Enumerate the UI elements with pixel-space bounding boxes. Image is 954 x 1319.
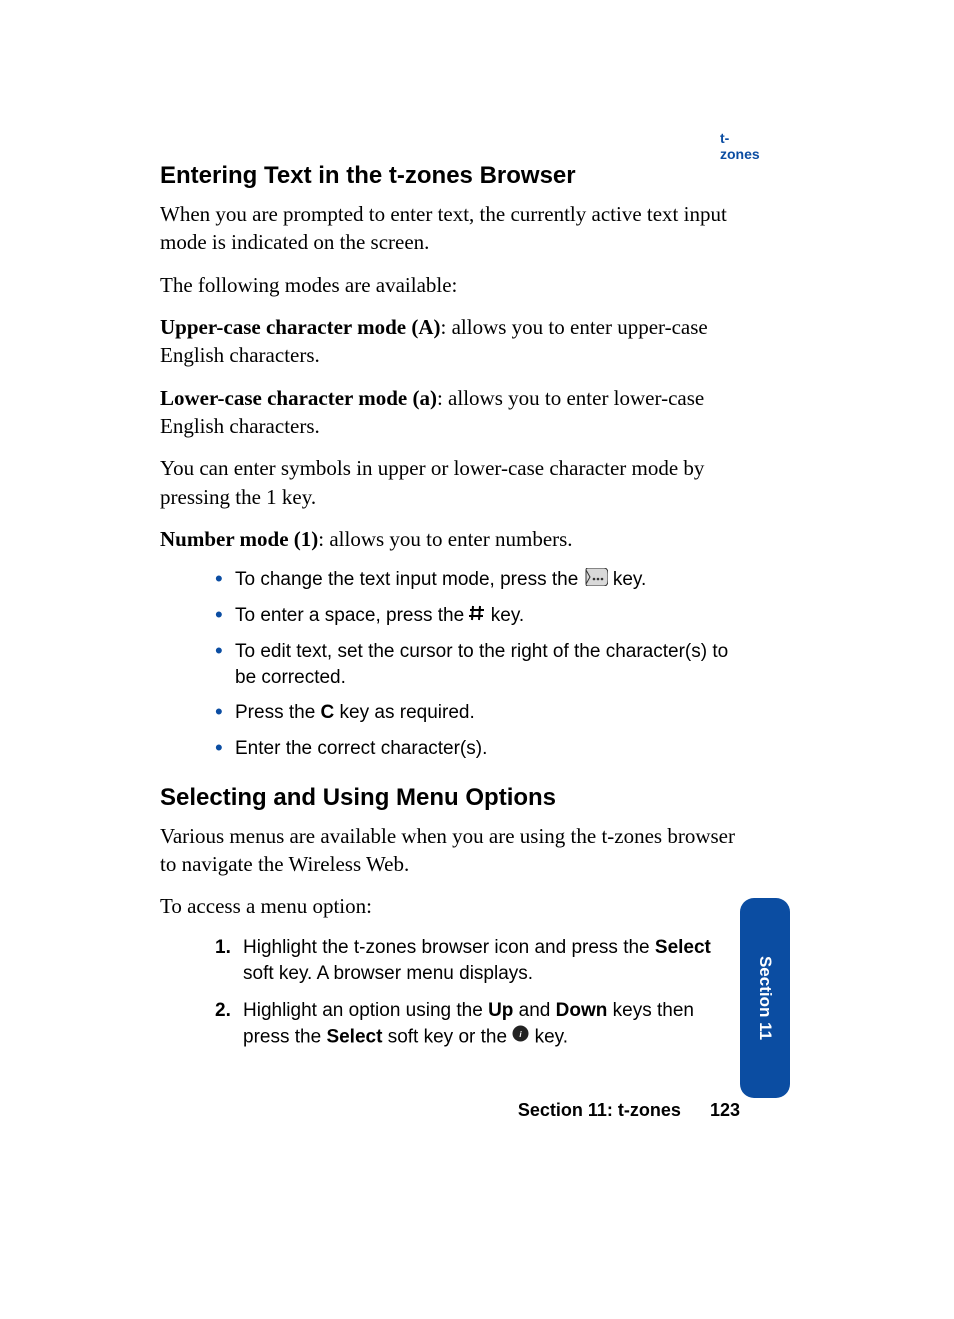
step-1: 1. Highlight the t-zones browser icon an…: [215, 935, 723, 988]
bullet-edit-text: To edit text, set the cursor to the righ…: [215, 639, 740, 690]
bullet-space: To enter a space, press the key.: [215, 603, 740, 629]
page-content: t-zones Entering Text in the t-zones Bro…: [160, 140, 740, 1061]
label-uppercase: Upper-case character mode (A): [160, 315, 441, 339]
step-1-text-a: Highlight the t-zones browser icon and p…: [243, 937, 655, 958]
para-access-menu: To access a menu option:: [160, 892, 740, 920]
bullet-press-c: Press the C key as required.: [215, 700, 740, 726]
para-symbols: You can enter symbols in upper or lower-…: [160, 454, 740, 511]
step-2-text-d: key.: [529, 1027, 568, 1048]
bullet-list-entering: To change the text input mode, press the…: [160, 567, 740, 761]
step-1-text-b: soft key. A browser menu displays.: [243, 963, 533, 984]
key-down: Down: [556, 1000, 608, 1021]
ok-key-icon: i: [512, 1024, 529, 1051]
step-2-text-mid: and: [513, 1000, 555, 1021]
footer-section-label: Section 11: t-zones: [518, 1100, 681, 1120]
para-menus-available: Various menus are available when you are…: [160, 822, 740, 879]
text-space-b: key.: [485, 605, 524, 626]
para-modes-available: The following modes are available:: [160, 271, 740, 299]
page-footer: Section 11: t-zones 123: [160, 1100, 740, 1121]
para-lowercase-mode: Lower-case character mode (a): allows yo…: [160, 384, 740, 441]
key-up: Up: [488, 1000, 513, 1021]
bullet-change-mode: To change the text input mode, press the…: [215, 567, 740, 593]
step-list-selecting: 1. Highlight the t-zones browser icon an…: [160, 935, 740, 1052]
section-tab: Section 11: [740, 898, 790, 1098]
label-lowercase: Lower-case character mode (a): [160, 386, 437, 410]
key-c: C: [321, 702, 335, 723]
hash-key-icon: [469, 603, 485, 629]
heading-selecting-menu: Selecting and Using Menu Options: [160, 784, 740, 812]
text-change-mode-b: key.: [608, 569, 647, 590]
key-select-2: Select: [326, 1027, 382, 1048]
key-select-1: Select: [655, 937, 711, 958]
para-number-mode: Number mode (1): allows you to enter num…: [160, 525, 740, 553]
para-intro: When you are prompted to enter text, the…: [160, 200, 740, 257]
label-number: Number mode (1): [160, 527, 318, 551]
step-2-text-a: Highlight an option using the: [243, 1000, 488, 1021]
text-press-c-a: Press the: [235, 702, 321, 723]
text-press-c-b: key as required.: [334, 702, 474, 723]
step-2: 2. Highlight an option using the Up and …: [215, 998, 723, 1052]
step-2-text-c: soft key or the: [382, 1027, 512, 1048]
running-header: t-zones: [720, 130, 760, 162]
step-2-number: 2.: [215, 998, 231, 1025]
section-tab-label: Section 11: [755, 956, 775, 1040]
text-number-desc: : allows you to enter numbers.: [318, 527, 572, 551]
text-change-mode-a: To change the text input mode, press the: [235, 569, 584, 590]
heading-entering-text: Entering Text in the t-zones Browser: [160, 162, 740, 190]
text-space-a: To enter a space, press the: [235, 605, 469, 626]
step-1-number: 1.: [215, 935, 231, 962]
para-uppercase-mode: Upper-case character mode (A): allows yo…: [160, 313, 740, 370]
footer-page-number: 123: [710, 1100, 740, 1121]
bullet-enter-correct: Enter the correct character(s).: [215, 736, 740, 762]
softkey-icon: [584, 568, 608, 594]
